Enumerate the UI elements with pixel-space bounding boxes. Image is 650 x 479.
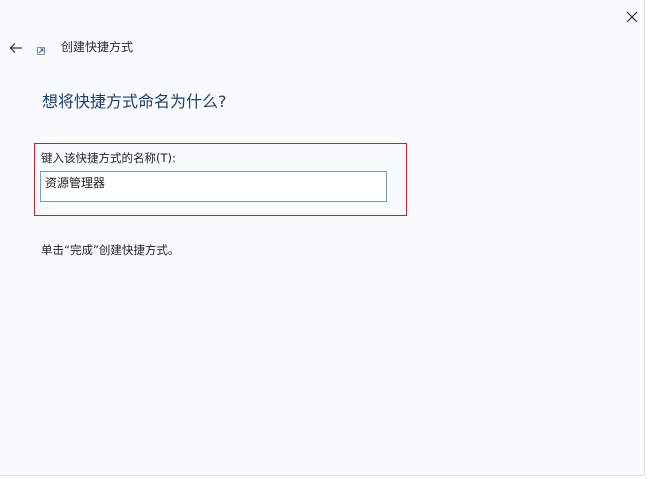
create-shortcut-window: 创建快捷方式 想将快捷方式命名为什么? 键入该快捷方式的名称(T): 单击“完成… (0, 0, 645, 476)
wizard-title: 创建快捷方式 (61, 40, 134, 54)
close-button[interactable] (619, 4, 645, 30)
shortcut-icon (37, 47, 45, 55)
shortcut-name-label: 键入该快捷方式的名称(T): (41, 151, 176, 165)
page-heading: 想将快捷方式命名为什么? (42, 92, 227, 111)
shortcut-name-input[interactable] (40, 171, 387, 202)
instruction-text: 单击“完成”创建快捷方式。 (41, 243, 180, 257)
back-arrow-icon (9, 43, 22, 53)
back-button[interactable] (4, 36, 28, 60)
close-icon (626, 11, 638, 23)
